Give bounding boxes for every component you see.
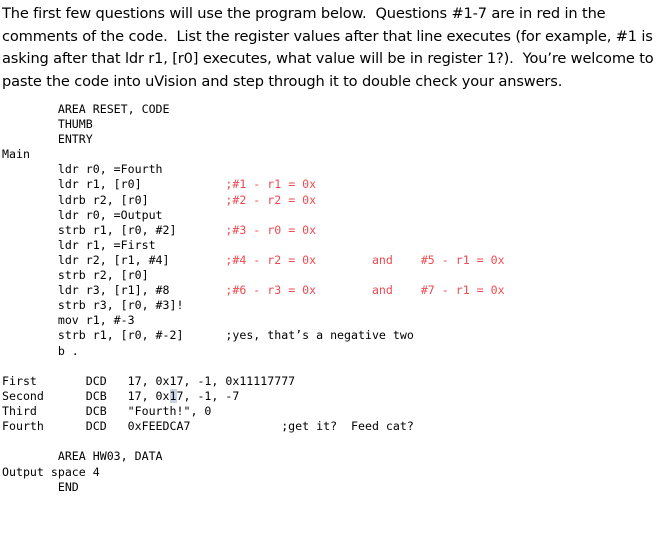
- code-line: ldr r0, =Output: [2, 207, 163, 222]
- data-declaration-line: Second DCB 17, 0x17, -1, -7: [2, 389, 240, 404]
- code-line: ldr r0, =Fourth: [2, 162, 163, 177]
- code-line: THUMB: [2, 117, 93, 132]
- code-line: ldr r3, [r1], #8 ;#6 - r3 = 0x and #7 - …: [2, 283, 505, 298]
- assembly-code-data: First DCD 17, 0x17, -1, 0x11117777 Second…: [0, 374, 663, 434]
- code-line: AREA RESET, CODE: [2, 102, 170, 116]
- code-line: mov r1, #-3: [2, 313, 135, 328]
- code-line: strb r3, [r0, #3]!: [2, 298, 184, 313]
- code-line: ENTRY: [2, 132, 93, 147]
- assembly-code-main: AREA RESET, CODE THUMB ENTRY Main ldr r0,…: [0, 102, 663, 359]
- data-declaration-line: Third DCB "Fourth!", 0: [2, 404, 212, 419]
- code-comment: ;#6 - r3 = 0x and #7 - r1 = 0x: [225, 283, 505, 298]
- code-line: Main: [2, 147, 30, 162]
- code-line: ldrb r2, [r0] ;#2 - r2 = 0x: [2, 192, 317, 207]
- code-line: strb r1, [r0, #-2] ;yes, that’s a negati…: [2, 328, 414, 343]
- code-line: b .: [2, 343, 79, 358]
- code-line: strb r2, [r0]: [2, 268, 149, 283]
- code-line: Output space 4: [2, 464, 100, 479]
- code-comment: ;yes, that’s a negative two: [225, 328, 414, 343]
- code-comment: ;#1 - r1 = 0x: [225, 177, 317, 192]
- code-comment: ;get it? Feed cat?: [281, 419, 414, 434]
- data-declaration-line: Fourth DCD 0xFEEDCA7 ;get it? Feed cat?: [2, 419, 414, 434]
- data-declaration-line: First DCD 17, 0x17, -1, 0x11117777: [2, 374, 296, 389]
- code-comment: ;#4 - r2 = 0x and #5 - r1 = 0x: [225, 252, 505, 267]
- code-line: ldr r1, [r0] ;#1 - r1 = 0x: [2, 177, 317, 192]
- code-line: ldr r2, [r1, #4] ;#4 - r2 = 0x and #5 - …: [2, 252, 505, 267]
- assembly-code-tail: AREA HW03, DATA Output space 4 END: [0, 449, 663, 494]
- code-line: strb r1, [r0, #2] ;#3 - r0 = 0x: [2, 222, 317, 237]
- code-line: END: [2, 479, 79, 494]
- intro-paragraph: The first few questions will use the pro…: [2, 5, 659, 90]
- code-line: ldr r1, =First: [2, 237, 156, 252]
- code-comment: ;#3 - r0 = 0x: [225, 222, 317, 237]
- code-line: AREA HW03, DATA: [2, 449, 163, 464]
- text-selection-highlight: 1: [169, 389, 177, 404]
- code-comment: ;#2 - r2 = 0x: [225, 192, 317, 207]
